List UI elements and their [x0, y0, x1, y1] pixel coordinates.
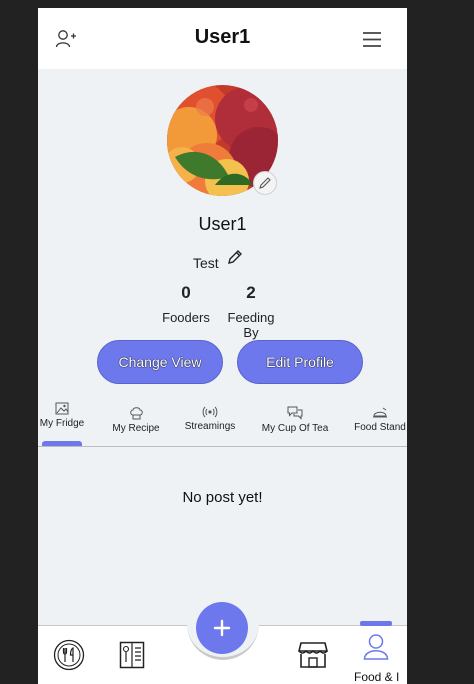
- username: User1: [198, 214, 247, 234]
- fork-knife-icon: [53, 639, 85, 671]
- tab-label: My Fridge: [39, 418, 85, 429]
- tab-label: My Cup Of Tea: [261, 423, 329, 434]
- menu-button[interactable]: [360, 28, 384, 50]
- header: User1: [38, 8, 407, 69]
- storefront-icon: [298, 642, 328, 668]
- plus-icon: [213, 619, 231, 637]
- chat-bubbles-icon: [287, 406, 303, 420]
- tab-label: Streamings: [184, 421, 236, 432]
- create-post-button[interactable]: [196, 602, 248, 654]
- active-nav-indicator: [360, 621, 392, 626]
- edit-profile-button[interactable]: Edit Profile: [237, 340, 363, 384]
- bio-row: Test: [193, 247, 243, 271]
- chef-hat-icon: [129, 407, 143, 420]
- pencil-icon: [227, 249, 242, 264]
- hamburger-menu-icon: [363, 31, 381, 47]
- pencil-icon: [259, 177, 271, 189]
- active-tab-indicator: [42, 441, 82, 446]
- nav-item-menu[interactable]: [118, 639, 146, 671]
- stat-label: Feeding By: [227, 310, 275, 340]
- nav-item-food[interactable]: [53, 639, 85, 671]
- tab-streamings[interactable]: Streamings: [184, 406, 236, 432]
- stat-feeding-by[interactable]: 2 Feeding By: [219, 283, 283, 340]
- person-icon: [363, 634, 389, 660]
- edit-photo-button[interactable]: [253, 171, 277, 195]
- broadcast-icon: [202, 406, 218, 418]
- stat-value: 2: [246, 283, 256, 302]
- nav-item-label: Food & I: [354, 670, 400, 684]
- stat-fooders[interactable]: 0 Fooders: [159, 283, 213, 325]
- stat-value: 0: [181, 283, 191, 302]
- tab-my-fridge[interactable]: My Fridge: [40, 402, 84, 429]
- tab-my-recipe[interactable]: My Recipe: [112, 406, 160, 434]
- nav-item-store[interactable]: [297, 640, 329, 670]
- tab-label: Food Stand: [354, 422, 406, 433]
- app-screen: User1 User1 Test 0 Fooders 2 Feeding By …: [38, 8, 407, 684]
- page-title: User1: [194, 26, 251, 48]
- profile-tabs: My Fridge My Recipe Streamings My Cup Of…: [38, 398, 407, 447]
- stat-label: Fooders: [162, 310, 210, 325]
- nav-item-profile[interactable]: [361, 632, 391, 662]
- serving-dish-icon: [373, 407, 387, 418]
- empty-state-message: No post yet!: [182, 489, 263, 506]
- bio-text: Test: [193, 255, 219, 271]
- tab-label: My Recipe: [112, 423, 160, 434]
- edit-bio-button[interactable]: [227, 249, 243, 270]
- tab-food-stand[interactable]: Food Stand: [354, 406, 406, 433]
- tab-my-cup-of-tea[interactable]: My Cup Of Tea: [261, 406, 329, 434]
- change-view-button[interactable]: Change View: [97, 340, 223, 384]
- image-icon: [55, 402, 69, 415]
- menu-book-icon: [119, 641, 145, 669]
